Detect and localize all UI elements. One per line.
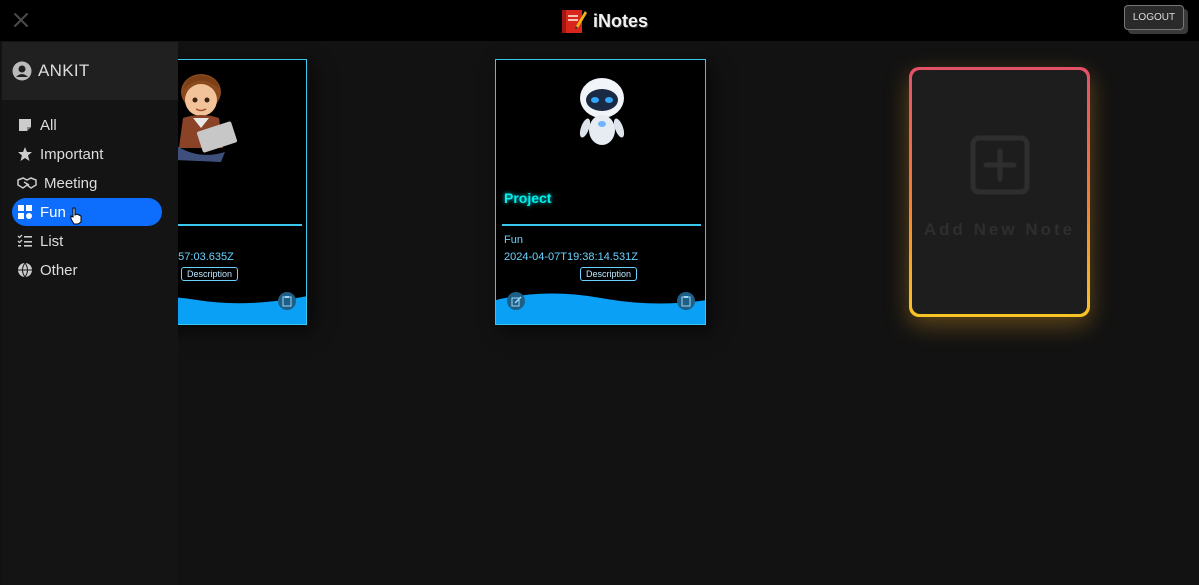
top-bar: iNotes LOGOUT <box>0 0 1199 41</box>
card-divider <box>502 224 701 226</box>
sidebar-item-label: All <box>40 116 57 134</box>
globe-icon <box>16 261 34 279</box>
clipboard-icon <box>282 296 292 307</box>
close-icon <box>14 13 28 27</box>
sidebar-item-list[interactable]: List <box>12 227 162 255</box>
note-icon <box>16 116 34 134</box>
sidebar-item-fun[interactable]: Fun <box>12 198 162 226</box>
puzzle-icon <box>16 203 34 221</box>
clipboard-icon <box>681 296 691 307</box>
note-date: 2024-04-07T19:38:14.531Z <box>504 251 638 263</box>
star-icon <box>16 145 34 163</box>
sidebar-item-label: Other <box>40 261 78 279</box>
description-button[interactable]: Description <box>580 267 637 281</box>
delete-note-button[interactable] <box>677 292 695 310</box>
note-card[interactable]: Project Fun 2024-04-07T19:38:14.531Z Des… <box>495 59 706 325</box>
sidebar: ANKIT All Important Meeting Fun List Oth… <box>2 41 178 585</box>
sidebar-item-label: Important <box>40 145 104 163</box>
close-sidebar-button[interactable] <box>10 9 32 31</box>
edit-icon <box>511 295 522 306</box>
user-name: ANKIT <box>38 61 90 80</box>
app-title: iNotes <box>593 10 649 31</box>
card-wave <box>496 293 705 324</box>
sidebar-item-other[interactable]: Other <box>12 256 162 284</box>
handshake-icon <box>16 174 38 192</box>
sidebar-item-important[interactable]: Important <box>12 140 162 168</box>
sidebar-item-label: List <box>40 232 64 250</box>
category-nav: All Important Meeting Fun List Other <box>12 111 162 285</box>
add-new-note-inner: Add New Note <box>912 70 1087 314</box>
boy-with-laptop-image <box>175 74 237 162</box>
user-circle-icon <box>12 61 32 81</box>
note-category: Fun <box>504 234 523 246</box>
plus-square-icon <box>970 135 1030 195</box>
hand-cursor-icon <box>70 207 82 225</box>
delete-note-button[interactable] <box>278 292 296 310</box>
sidebar-item-meeting[interactable]: Meeting <box>12 169 162 197</box>
logout-button[interactable]: LOGOUT <box>1124 5 1184 30</box>
notebook-logo-icon <box>562 10 587 33</box>
user-profile[interactable]: ANKIT <box>2 42 178 100</box>
checklist-icon <box>16 232 34 250</box>
note-date: 2:57:03.635Z <box>169 251 234 263</box>
sidebar-item-label: Fun <box>40 203 66 221</box>
robot-image <box>579 78 625 145</box>
add-new-note-label: Add New Note <box>923 220 1076 239</box>
note-title: Project <box>504 190 552 206</box>
sidebar-item-label: Meeting <box>44 174 98 192</box>
brand[interactable]: iNotes <box>559 7 648 35</box>
edit-note-button[interactable] <box>507 292 525 310</box>
add-new-note-card[interactable]: Add New Note <box>909 67 1090 317</box>
sidebar-item-all[interactable]: All <box>12 111 162 139</box>
description-button[interactable]: Description <box>181 267 238 281</box>
